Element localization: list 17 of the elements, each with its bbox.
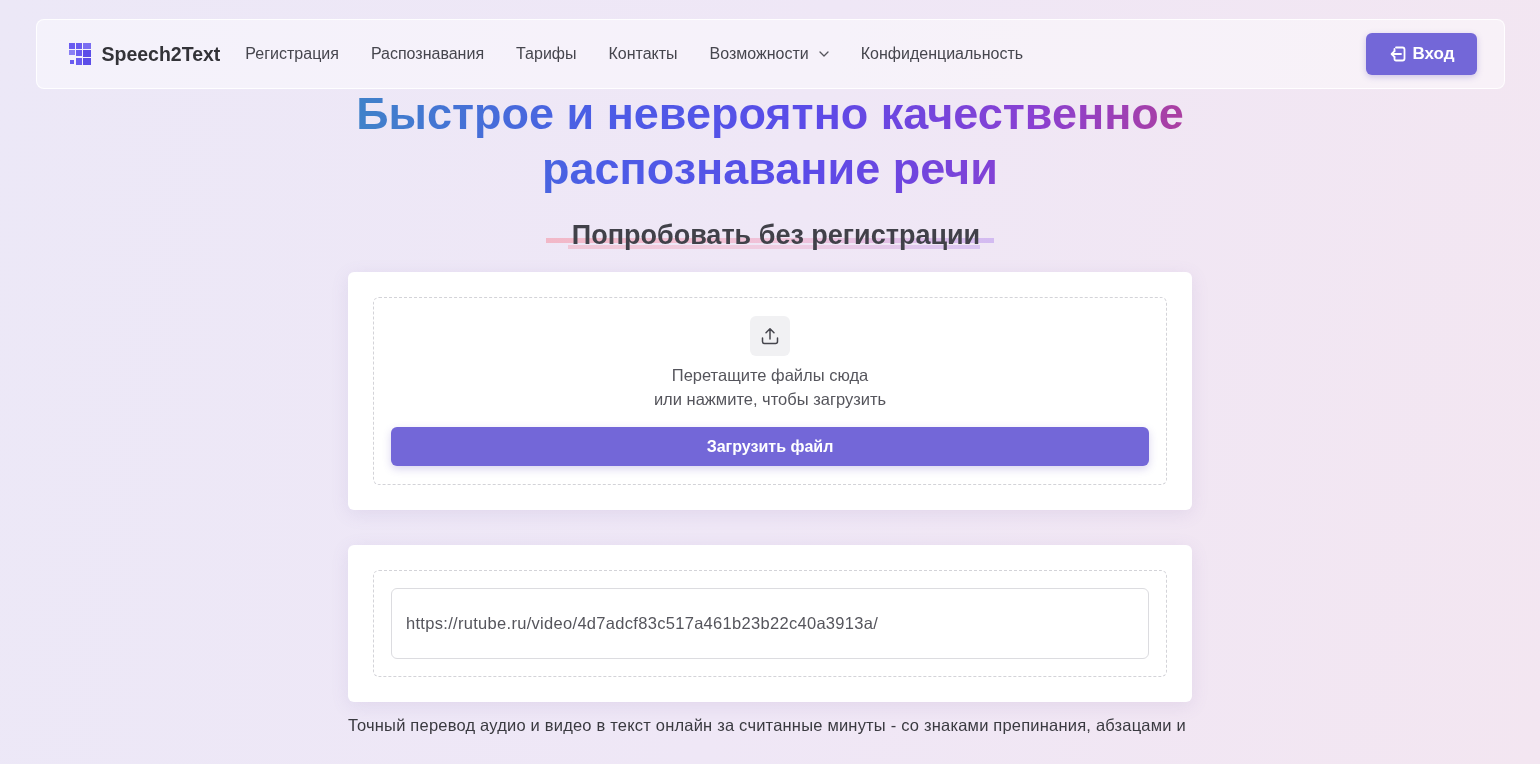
nav-link[interactable]: Тарифы	[516, 45, 577, 63]
upload-file-button[interactable]: Загрузить файл	[391, 427, 1149, 466]
upload-icon	[761, 327, 779, 345]
chevron-down-icon	[818, 51, 829, 57]
drop-hint: Перетащите файлы сюда или нажмите, чтобы загрузить	[653, 365, 887, 410]
nav-link[interactable]: Распознавания	[370, 45, 485, 63]
drop-zone[interactable]: Перетащите файлы сюда или нажмите, чтобы загрузить Загрузить файл	[373, 297, 1167, 485]
logo-icon	[68, 43, 91, 65]
nav-link[interactable]: Контакты	[608, 45, 678, 63]
logo-text: Speech2Text	[101, 42, 221, 66]
description-text: Точный перевод аудио и видео в текст онлайн за считанные минуты - со знаками препинания, абзацами и	[348, 715, 1187, 736]
login-icon	[1390, 46, 1407, 62]
nav-link[interactable]: Регистрация	[245, 45, 339, 63]
nav-menu-item[interactable]: Возможности	[709, 45, 829, 63]
url-input-field[interactable]: https://rutube.ru/video/4d7adcf83c517a461b23b22c40a3913a/	[391, 588, 1149, 659]
login-button[interactable]: Вход	[1366, 33, 1477, 75]
nav-link[interactable]: Конфиденциальность	[860, 45, 1024, 63]
